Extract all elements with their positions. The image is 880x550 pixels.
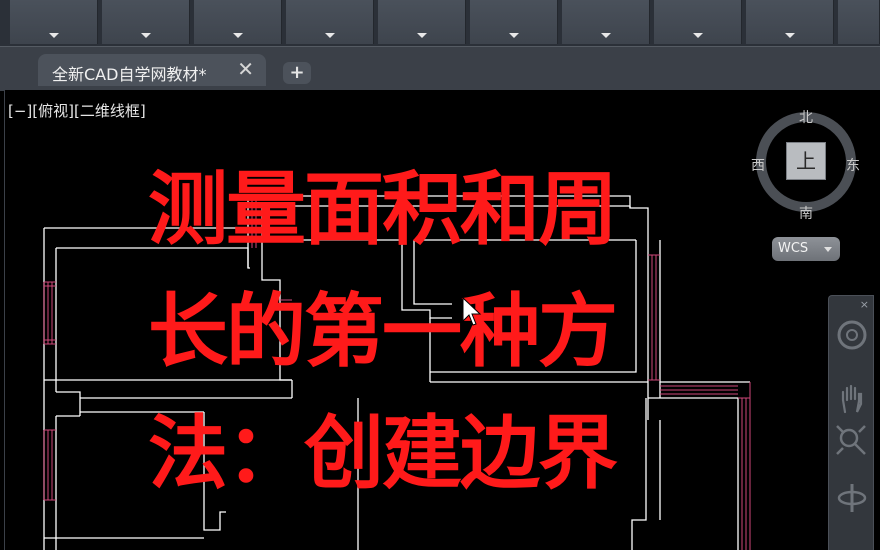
chevron-down-icon	[824, 247, 832, 252]
caption-line-3: 法：创建边界	[148, 407, 618, 500]
orbit-icon[interactable]	[835, 481, 869, 515]
wcs-label: WCS	[778, 241, 809, 256]
zoom-extents-icon[interactable]	[835, 424, 869, 458]
navigation-bar: ×	[828, 295, 874, 550]
compass-east-label[interactable]: 东	[846, 155, 860, 175]
compass-west-label[interactable]: 西	[751, 155, 765, 175]
mouse-cursor-icon	[462, 297, 482, 326]
steering-wheel-icon[interactable]	[835, 318, 869, 352]
compass-south-label[interactable]: 南	[799, 203, 813, 223]
caption-line-2: 长的第一种方	[148, 285, 618, 378]
caption-line-1: 测量面积和周	[148, 163, 618, 256]
compass-north-label[interactable]: 北	[799, 107, 813, 127]
close-icon[interactable]: ×	[860, 298, 869, 311]
wcs-menu-button[interactable]: WCS	[772, 237, 840, 261]
viewport-controls-label[interactable]: [−][俯视][二维线框]	[8, 100, 146, 121]
pan-hand-icon[interactable]	[835, 382, 869, 416]
viewcube-top-face[interactable]: 上	[786, 142, 826, 180]
